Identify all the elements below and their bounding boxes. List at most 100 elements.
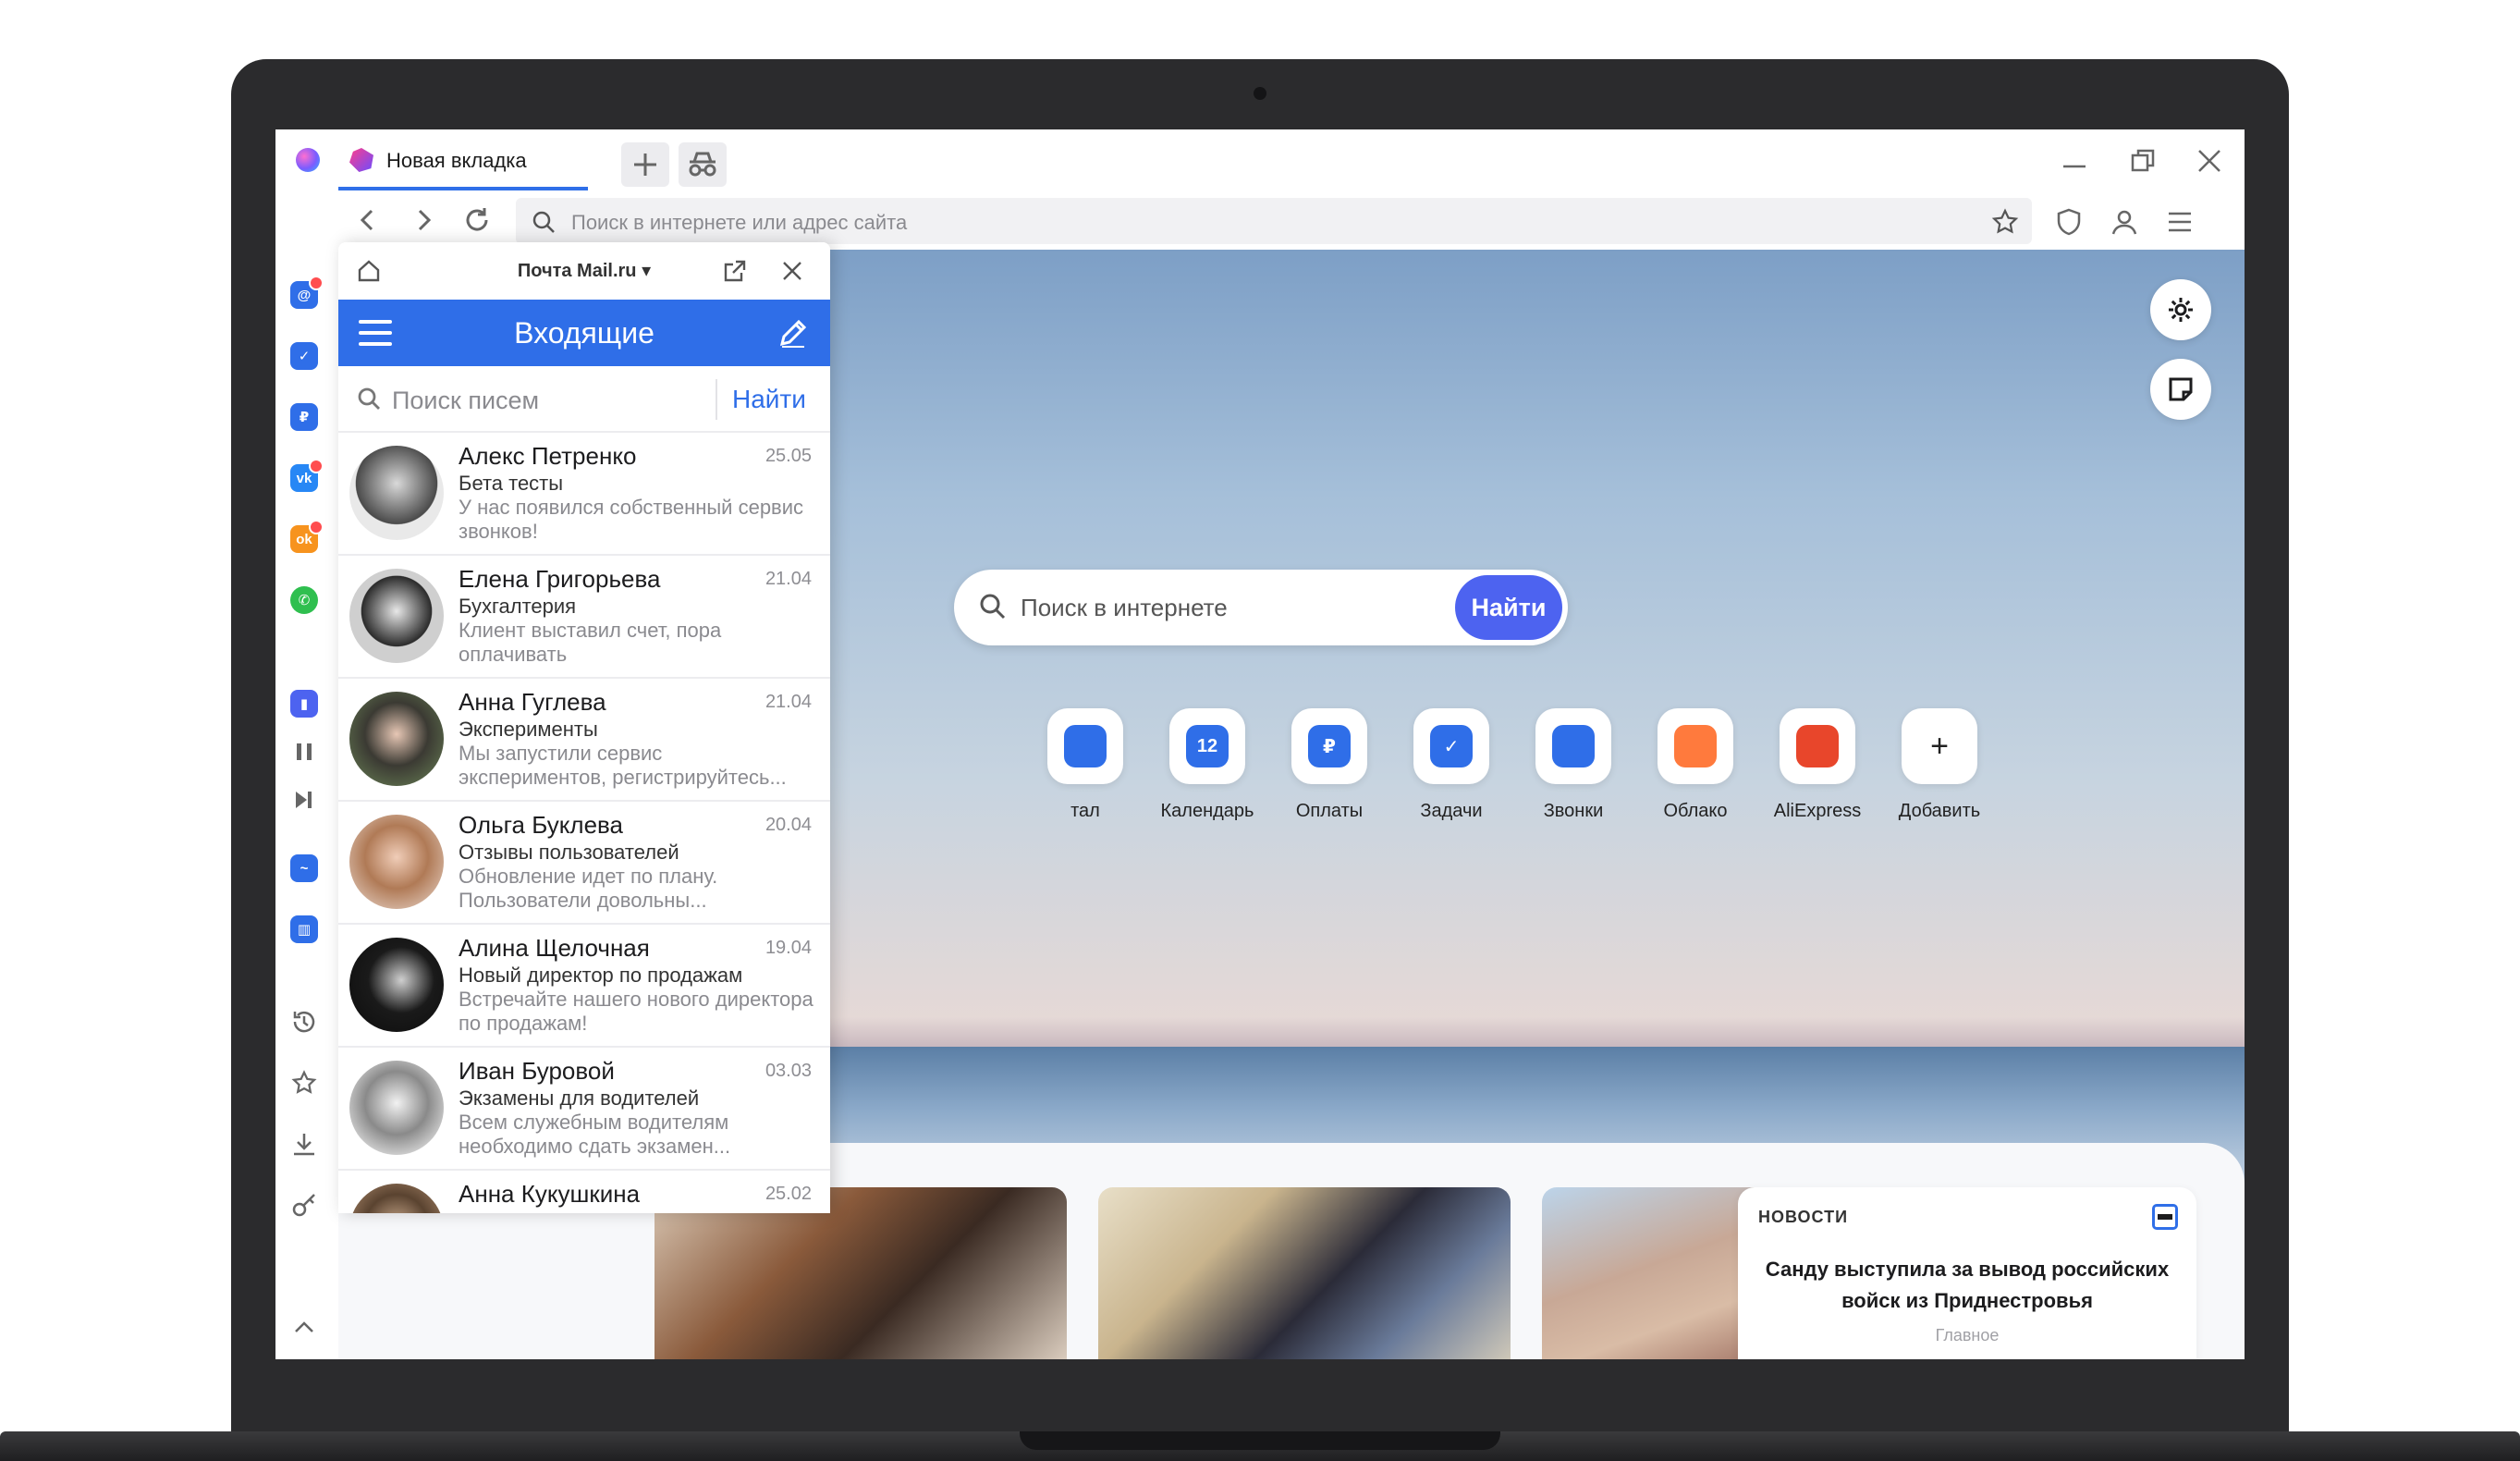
speed-dial-label[interactable]: Облако: [1631, 801, 1760, 822]
speed-dial-tile[interactable]: +: [1902, 708, 1977, 784]
open-external-icon[interactable]: [719, 255, 751, 287]
notes-button[interactable]: [2150, 359, 2211, 420]
speed-dial-label[interactable]: AliExpress: [1753, 801, 1882, 822]
passwords-key-icon[interactable]: [290, 1191, 318, 1219]
message-subject: Отзывы пользователей: [459, 841, 679, 864]
laptop-notch: [1020, 1431, 1500, 1450]
close-panel-icon[interactable]: [777, 255, 808, 287]
sidebar-library-icon[interactable]: ▥: [290, 915, 318, 943]
speed-dial-tile[interactable]: 12: [1169, 708, 1245, 784]
avatar: [349, 692, 444, 786]
hamburger-icon: [2169, 212, 2191, 232]
speed-dial-tile[interactable]: ✓: [1413, 708, 1489, 784]
speed-dial-label[interactable]: Календарь: [1143, 801, 1272, 822]
forward-button[interactable]: [405, 202, 442, 239]
message-sender: Анна Кукушкина: [459, 1180, 641, 1208]
news-heading: НОВОСТИ: [1758, 1208, 1849, 1226]
tab-new-tab[interactable]: Новая вкладка: [338, 129, 588, 190]
mail-search-input[interactable]: Поиск писем: [392, 387, 539, 415]
minimize-button[interactable]: [2056, 142, 2093, 179]
tasks-icon: ✓: [1430, 725, 1473, 767]
incognito-button[interactable]: [679, 142, 727, 187]
profile-button[interactable]: [2106, 203, 2143, 240]
collapse-sidebar-icon[interactable]: [290, 1313, 318, 1341]
message-date: 25.02: [765, 1184, 812, 1204]
web-search-placeholder: Поиск в интернете: [1021, 594, 1228, 621]
restore-button[interactable]: [2124, 142, 2161, 179]
speed-dial-label[interactable]: Задачи: [1387, 801, 1516, 822]
restore-icon: [2131, 149, 2155, 172]
message-row[interactable]: Елена Григорьева 21.04 Бухгалтерия Клиент в…: [338, 556, 830, 679]
back-button[interactable]: [349, 202, 386, 239]
search-icon: [358, 387, 380, 410]
pause-icon[interactable]: [290, 738, 318, 766]
feed-card-fashion[interactable]: [1098, 1187, 1511, 1359]
history-icon[interactable]: [290, 1008, 318, 1036]
web-search-button[interactable]: Найти: [1455, 575, 1562, 640]
speed-dial-tile[interactable]: [1535, 708, 1611, 784]
message-preview: Всем служебным водителям необходимо сдат…: [459, 1111, 731, 1158]
sidebar-trends-icon[interactable]: ~: [290, 854, 318, 882]
mail-search-button[interactable]: Найти: [732, 385, 806, 414]
message-preview: Обновление идет по плану. Пользователи д…: [459, 865, 718, 912]
sidebar-tasks-icon[interactable]: ✓: [290, 342, 318, 370]
speed-dial-label[interactable]: Добавить: [1875, 801, 2004, 822]
message-row[interactable]: Анна Гуглева 21.04 Эксперименты Мы запустил…: [338, 679, 830, 802]
plus-icon: [634, 153, 656, 176]
incognito-icon: [689, 152, 716, 177]
close-window-button[interactable]: [2191, 142, 2228, 179]
speed-dial-label[interactable]: тал: [1021, 801, 1150, 822]
camera: [1254, 87, 1266, 100]
avatar: [349, 1184, 444, 1213]
sidebar-ok-icon[interactable]: ok: [290, 520, 324, 553]
favorites-star-icon[interactable]: [290, 1069, 318, 1097]
message-sender: Анна Гуглева: [459, 688, 606, 716]
protection-button[interactable]: [2050, 203, 2087, 240]
user-icon: [2111, 210, 2137, 235]
tab-favicon-icon: [349, 148, 373, 172]
gear-icon: [2169, 298, 2193, 322]
next-track-icon[interactable]: [290, 786, 318, 814]
sidebar-payments-icon[interactable]: ₽: [290, 403, 318, 431]
new-tab-button[interactable]: [621, 142, 669, 187]
back-arrow-icon: [360, 209, 373, 231]
message-preview: Мы запустили сервис экспериментов, регис…: [459, 742, 787, 789]
notification-badge: [309, 276, 324, 290]
title-bar: Новая вкладка: [275, 129, 2245, 190]
speed-dial-label[interactable]: Звонки: [1509, 801, 1638, 822]
message-row[interactable]: Алина Щелочная 19.04 Новый директор по про…: [338, 925, 830, 1048]
sidebar-mail-icon[interactable]: @: [290, 276, 324, 309]
reload-button[interactable]: [459, 202, 495, 239]
news-headline[interactable]: Санду выступила за вывод российских войс…: [1756, 1254, 2178, 1317]
address-bar[interactable]: Поиск в интернете или адрес сайта: [516, 198, 2032, 244]
message-sender: Иван Буровой: [459, 1057, 615, 1085]
speed-dial-tile[interactable]: [1658, 708, 1733, 784]
message-row[interactable]: Иван Буровой 03.03 Экзамены для водителей В…: [338, 1048, 830, 1171]
message-row[interactable]: Ольга Буклева 20.04 Отзывы пользователей Об…: [338, 802, 830, 925]
sidebar-whatsapp-icon[interactable]: ✆: [290, 586, 318, 614]
speed-dial-tile[interactable]: [1047, 708, 1123, 784]
web-search-box[interactable]: Поиск в интернете Найти: [954, 570, 1568, 645]
browser-logo-icon[interactable]: [296, 148, 320, 172]
message-date: 21.04: [765, 692, 812, 712]
news-icon[interactable]: [2152, 1204, 2178, 1230]
plus-icon: +: [1918, 725, 1961, 767]
speed-dial-tile[interactable]: ₽: [1291, 708, 1367, 784]
news-source: Главное: [1935, 1326, 2000, 1344]
message-preview: У нас появился собственный сервис звонко…: [459, 496, 804, 543]
sidebar-stats-icon[interactable]: ▮: [290, 690, 318, 718]
mail-service-selector[interactable]: Почта Mail.ru ▾: [338, 259, 830, 282]
downloads-icon[interactable]: [290, 1130, 318, 1158]
news-widget[interactable]: НОВОСТИ Санду выступила за вывод российс…: [1738, 1187, 2196, 1359]
mail-search-bar: Поиск писем Найти: [338, 366, 830, 433]
payments-icon: ₽: [1308, 725, 1351, 767]
speed-dial-tile[interactable]: [1780, 708, 1855, 784]
settings-button[interactable]: [2150, 279, 2211, 340]
calls-icon: [1552, 725, 1595, 767]
menu-button[interactable]: [2161, 203, 2198, 240]
message-row[interactable]: Анна Кукушкина 25.02: [338, 1171, 830, 1213]
speed-dial-label[interactable]: Оплаты: [1265, 801, 1394, 822]
message-row[interactable]: Алекс Петренко 25.05 Бета тесты У нас появи…: [338, 433, 830, 556]
compose-pencil-icon[interactable]: [775, 314, 812, 351]
sidebar-vk-icon[interactable]: vk: [290, 459, 324, 492]
